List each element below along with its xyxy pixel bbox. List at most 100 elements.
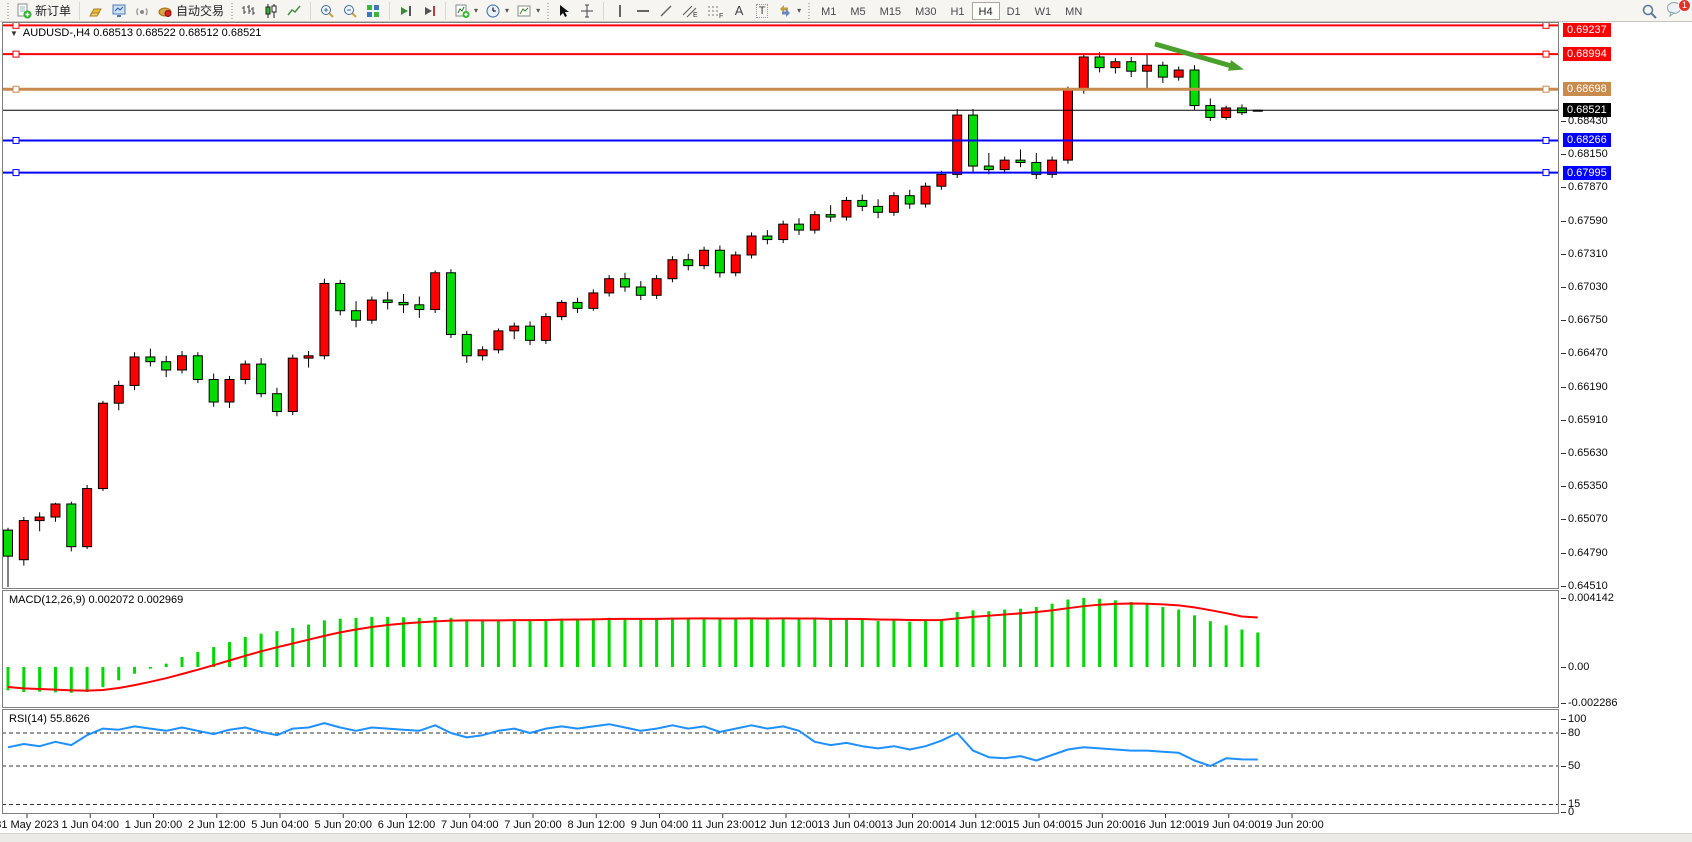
- timeframe-M30[interactable]: M30: [908, 2, 943, 20]
- candle: [304, 356, 313, 358]
- candle: [747, 236, 756, 255]
- signals-button[interactable]: [131, 1, 153, 21]
- bar-chart-button[interactable]: [237, 1, 259, 21]
- new-order-icon: [16, 3, 32, 19]
- candle: [605, 279, 614, 293]
- line-handle[interactable]: [1543, 170, 1549, 176]
- candle: [889, 196, 898, 213]
- price-tick: 0.65910: [1568, 414, 1608, 427]
- terminal-button[interactable]: [108, 1, 130, 21]
- new-order-button[interactable]: 新订单: [13, 1, 74, 21]
- candle: [1079, 57, 1088, 89]
- toolbar-grip[interactable]: [231, 3, 233, 19]
- candle: [731, 255, 740, 273]
- candle: [1174, 70, 1183, 77]
- price-axis[interactable]: 0.684300.681500.678700.675900.673100.670…: [1560, 22, 1692, 833]
- chevron-down-icon: ▾: [505, 6, 509, 15]
- line-handle[interactable]: [1543, 22, 1549, 28]
- horizontal-line-icon: [635, 3, 651, 19]
- toolbar-grip[interactable]: [808, 3, 810, 19]
- timeframe-H4[interactable]: H4: [972, 2, 1000, 20]
- zoom-in-button[interactable]: [316, 1, 338, 21]
- line-handle[interactable]: [1543, 137, 1549, 143]
- search-icon[interactable]: [1641, 3, 1658, 20]
- macd-axis-label: 0.00: [1568, 661, 1589, 674]
- candle: [4, 530, 13, 556]
- market-watch-button[interactable]: [85, 1, 107, 21]
- line-handle[interactable]: [13, 170, 19, 176]
- line-handle[interactable]: [13, 86, 19, 92]
- zoom-in-icon: [319, 3, 335, 19]
- zoom-out-button[interactable]: [339, 1, 361, 21]
- text-tool-button[interactable]: A: [728, 1, 750, 21]
- crosshair-button[interactable]: [576, 1, 598, 21]
- timeframe-group: M1M5M15M30H1H4D1W1MN: [814, 2, 1089, 20]
- candle: [415, 305, 424, 310]
- price-badge: 0.68698: [1563, 82, 1611, 96]
- auto-scroll-button[interactable]: [395, 1, 417, 21]
- timeframe-D1[interactable]: D1: [1000, 2, 1028, 20]
- chart-title: ▼ AUDUSD-,H4 0.68513 0.68522 0.68512 0.6…: [10, 27, 261, 39]
- candle: [684, 260, 693, 266]
- time-label: 13 Jun 20:00: [881, 819, 945, 831]
- candle: [937, 174, 946, 186]
- auto-scroll-icon: [398, 3, 414, 19]
- candle: [858, 200, 867, 206]
- chart-shift-icon: [421, 3, 437, 19]
- chart-shift-button[interactable]: [418, 1, 440, 21]
- trendline-button[interactable]: [655, 1, 677, 21]
- cursor-button[interactable]: [553, 1, 575, 21]
- collapse-triangle-icon[interactable]: ▼: [10, 29, 18, 38]
- time-axis[interactable]: 31 May 20231 Jun 04:001 Jun 20:002 Jun 1…: [2, 817, 1560, 833]
- candle: [288, 358, 297, 411]
- indicators-button[interactable]: ▾: [451, 1, 481, 21]
- line-handle[interactable]: [13, 137, 19, 143]
- rsi-axis-label: 80: [1568, 727, 1580, 740]
- price-tick: 0.67030: [1568, 281, 1608, 294]
- templates-button[interactable]: ▾: [513, 1, 543, 21]
- line-handle[interactable]: [1543, 51, 1549, 57]
- candle: [51, 504, 60, 517]
- equidistant-channel-button[interactable]: E: [678, 1, 702, 21]
- horizontal-line-button[interactable]: [632, 1, 654, 21]
- price-badge: 0.68521: [1563, 103, 1611, 117]
- toolbar-grip[interactable]: [7, 3, 9, 19]
- notifications-button[interactable]: 1: [1666, 1, 1684, 22]
- line-chart-button[interactable]: [283, 1, 305, 21]
- rsi-axis-label: 50: [1568, 760, 1580, 773]
- arrows-button[interactable]: ▾: [774, 1, 804, 21]
- candle: [162, 362, 171, 370]
- timeframe-MN[interactable]: MN: [1058, 2, 1089, 20]
- chevron-down-icon: ▾: [536, 6, 540, 15]
- candle: [810, 215, 819, 230]
- line-chart-icon: [286, 3, 302, 19]
- candle: [1095, 57, 1104, 68]
- timeframe-M15[interactable]: M15: [873, 2, 908, 20]
- timeframe-M1[interactable]: M1: [814, 2, 843, 20]
- timeframe-M5[interactable]: M5: [843, 2, 872, 20]
- text-label-button[interactable]: T: [751, 1, 773, 21]
- candlestick-button[interactable]: [260, 1, 282, 21]
- vertical-line-button[interactable]: [609, 1, 631, 21]
- chart-canvas[interactable]: [2, 22, 1560, 833]
- terminal-icon: [111, 3, 127, 19]
- timeframe-W1[interactable]: W1: [1028, 2, 1059, 20]
- tile-windows-button[interactable]: [362, 1, 384, 21]
- toolbar-grip[interactable]: [547, 3, 549, 19]
- fibonacci-button[interactable]: F: [703, 1, 727, 21]
- timeframe-H1[interactable]: H1: [943, 2, 971, 20]
- rsi-label: RSI(14) 55.8626: [9, 713, 90, 725]
- candle: [905, 196, 914, 204]
- candle: [478, 350, 487, 356]
- auto-trading-button[interactable]: 自动交易: [154, 1, 227, 21]
- svg-text:E: E: [693, 12, 698, 19]
- price-tick: 0.66470: [1568, 347, 1608, 360]
- line-handle[interactable]: [13, 51, 19, 57]
- time-label: 7 Jun 04:00: [441, 819, 499, 831]
- candle: [336, 283, 345, 310]
- price-tick: 0.66190: [1568, 381, 1608, 394]
- line-handle[interactable]: [1543, 86, 1549, 92]
- periods-button[interactable]: ▾: [482, 1, 512, 21]
- price-tick: 0.66750: [1568, 314, 1608, 327]
- text-tool-icon: A: [735, 3, 744, 18]
